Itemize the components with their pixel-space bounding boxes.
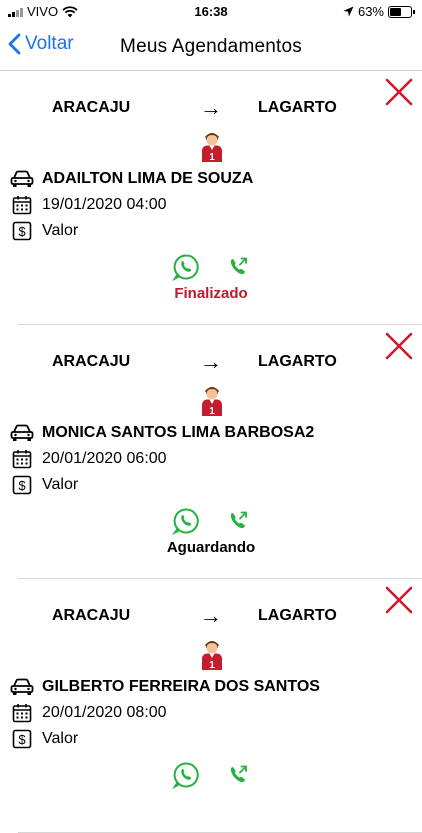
contact-actions [172, 253, 252, 281]
battery-fill [390, 7, 401, 16]
destination-city: LAGARTO [258, 353, 337, 370]
driver-name: GILBERTO FERREIRA DOS SANTOS [42, 678, 320, 695]
driver-row: GILBERTO FERREIRA DOS SANTOS [10, 677, 320, 697]
booking-card: ARACAJU → LAGARTO 1 [10, 579, 422, 833]
datetime-row: 20/01/2020 08:00 [10, 703, 167, 723]
route-arrow-icon: → [200, 95, 222, 120]
status-bar: VIVO 16:38 63% [0, 0, 422, 24]
dollar-icon: $ [12, 475, 32, 495]
route: ARACAJU → LAGARTO [0, 349, 422, 374]
navigation-bar: Voltar Meus Agendamentos [0, 24, 422, 71]
driver-icon: 1 [202, 133, 222, 163]
driver-row: ADAILTON LIMA DE SOUZA [10, 169, 253, 189]
origin-city: ARACAJU [52, 353, 131, 370]
calendar-icon [12, 450, 32, 469]
driver-name: MONICA SANTOS LIMA BARBOSA2 [42, 424, 315, 441]
whatsapp-icon[interactable] [172, 761, 200, 789]
calendar-icon [12, 704, 32, 723]
driver-name: ADAILTON LIMA DE SOUZA [42, 170, 254, 187]
driver-icon: 1 [202, 641, 222, 671]
booking-list: ARACAJU → LAGARTO 1 ADAILTON LIMA DE SOU… [0, 71, 422, 833]
battery-icon [388, 5, 415, 18]
value-label: Valor [42, 476, 79, 493]
car-icon [10, 678, 34, 695]
datetime-value: 19/01/2020 04:00 [42, 196, 167, 213]
whatsapp-icon[interactable] [172, 507, 200, 535]
driver-row: MONICA SANTOS LIMA BARBOSA2 [10, 423, 314, 443]
contact-actions [172, 761, 252, 789]
svg-text:$: $ [18, 732, 26, 747]
car-icon [10, 170, 34, 187]
booking-card: ARACAJU → LAGARTO 1 [10, 325, 422, 579]
value-row: $ Valor [10, 475, 78, 495]
svg-text:$: $ [18, 224, 26, 239]
battery-label: 63% [357, 4, 384, 19]
contact-actions [172, 507, 252, 535]
origin-city: ARACAJU [52, 99, 131, 116]
location-arrow-icon [343, 6, 354, 17]
datetime-value: 20/01/2020 08:00 [42, 704, 167, 721]
svg-text:$: $ [18, 478, 26, 493]
driver-icon: 1 [202, 387, 222, 417]
value-row: $ Valor [10, 221, 78, 241]
route: ARACAJU → LAGARTO [0, 95, 422, 120]
datetime-row: 19/01/2020 04:00 [10, 195, 167, 215]
seat-number: 1 [209, 152, 215, 163]
status-right: 63% [343, 4, 415, 19]
destination-city: LAGARTO [258, 99, 337, 116]
booking-card: ARACAJU → LAGARTO 1 [10, 71, 422, 325]
route-arrow-icon: → [200, 349, 222, 374]
booking-status: Finalizado [174, 285, 248, 302]
car-icon [10, 424, 34, 441]
phone-icon[interactable] [224, 253, 252, 281]
seat-number: 1 [209, 406, 215, 417]
destination-city: LAGARTO [258, 607, 337, 624]
phone-icon[interactable] [224, 761, 252, 789]
phone-icon[interactable] [224, 507, 252, 535]
seat-number: 1 [209, 660, 215, 671]
dollar-icon: $ [12, 221, 32, 241]
value-label: Valor [42, 730, 79, 747]
page-title: Meus Agendamentos [120, 36, 302, 57]
dollar-icon: $ [12, 729, 32, 749]
datetime-row: 20/01/2020 06:00 [10, 449, 167, 469]
value-label: Valor [42, 222, 79, 239]
value-row: $ Valor [10, 729, 78, 749]
calendar-icon [12, 196, 32, 215]
whatsapp-icon[interactable] [172, 253, 200, 281]
datetime-value: 20/01/2020 06:00 [42, 450, 167, 467]
booking-status: Aguardando [166, 539, 256, 556]
route-arrow-icon: → [200, 603, 222, 628]
origin-city: ARACAJU [52, 607, 131, 624]
route: ARACAJU → LAGARTO [0, 603, 422, 628]
